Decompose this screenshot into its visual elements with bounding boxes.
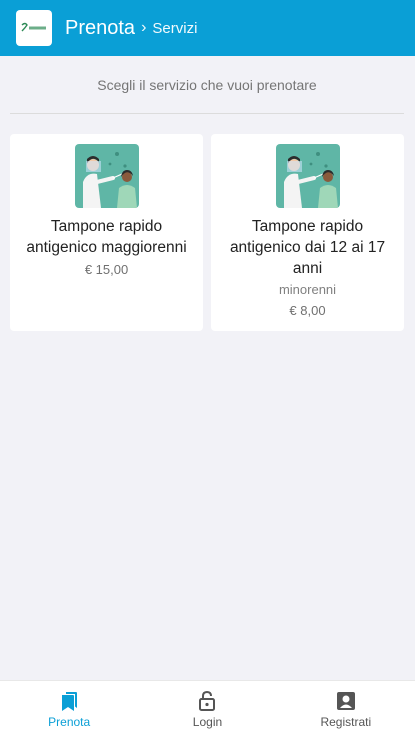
service-title: Tampone rapido antigenico maggiorenni bbox=[26, 218, 187, 256]
nav-item-prenota[interactable]: Prenota bbox=[0, 681, 138, 737]
service-card[interactable]: Tampone rapido antigenico dai 12 ai 17 a… bbox=[211, 134, 404, 331]
covid-test-illustration-icon bbox=[74, 144, 139, 208]
app-header: Prenota › Servizi bbox=[0, 0, 415, 56]
nav-item-registrati[interactable]: Registrati bbox=[277, 681, 415, 737]
instruction-text: Scegli il servizio che vuoi prenotare bbox=[97, 76, 317, 93]
lock-icon bbox=[199, 690, 216, 711]
bookmark-icon bbox=[62, 692, 78, 711]
nav-label-login: Login bbox=[192, 715, 223, 729]
service-title: Tampone rapido antigenico dai 12 ai 17 a… bbox=[229, 218, 386, 277]
logo-mark-icon bbox=[21, 22, 46, 32]
service-category: minorenni bbox=[278, 282, 337, 297]
app-logo[interactable] bbox=[16, 10, 52, 46]
page-title: Prenota bbox=[65, 16, 136, 39]
account-box-icon bbox=[336, 692, 355, 710]
service-card[interactable]: Tampone rapido antigenico maggiorenni € … bbox=[10, 134, 203, 331]
instruction-bar: Scegli il servizio che vuoi prenotare bbox=[10, 56, 404, 114]
bottom-navigation: Prenota Login Registrati bbox=[0, 680, 415, 737]
service-price: € 8,00 bbox=[289, 303, 326, 318]
nav-label-prenota: Prenota bbox=[48, 715, 91, 729]
breadcrumb-separator: › bbox=[141, 19, 147, 36]
breadcrumb-current: Servizi bbox=[152, 19, 198, 37]
nav-label-registrati: Registrati bbox=[320, 715, 372, 729]
covid-test-illustration-icon bbox=[275, 144, 340, 208]
service-price: € 15,00 bbox=[84, 262, 129, 277]
nav-item-login[interactable]: Login bbox=[138, 681, 276, 737]
